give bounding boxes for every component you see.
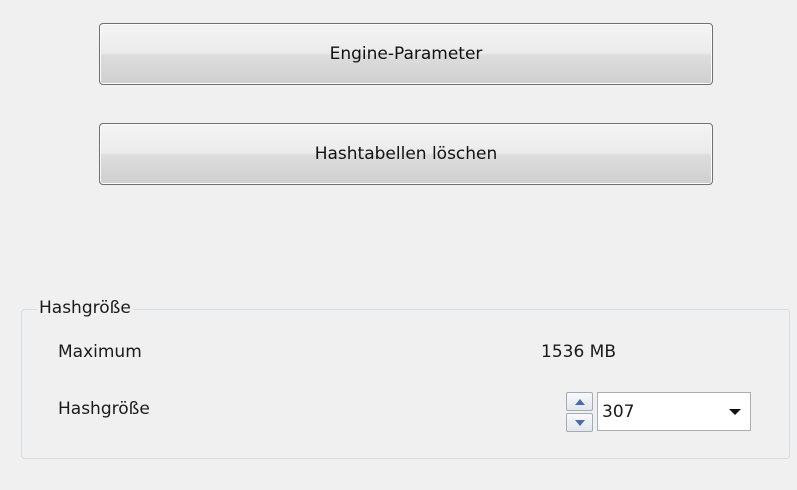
maximum-label: Maximum bbox=[58, 342, 142, 362]
hashsize-value: 307 bbox=[602, 401, 635, 422]
hashsize-spinner[interactable] bbox=[566, 392, 594, 432]
spin-up-button[interactable] bbox=[566, 392, 593, 411]
triangle-up-icon bbox=[574, 398, 585, 405]
hashsize-groupbox bbox=[21, 309, 790, 459]
hashsize-label: Hashgröße bbox=[58, 399, 150, 419]
maximum-value: 1536 MB bbox=[541, 342, 616, 362]
clear-hashtables-button[interactable]: Hashtabellen löschen bbox=[99, 123, 713, 185]
dropdown-button[interactable] bbox=[720, 393, 750, 430]
triangle-down-icon bbox=[574, 419, 585, 426]
hashsize-group-legend: Hashgröße bbox=[37, 297, 133, 319]
hashsize-combobox[interactable]: 307 bbox=[597, 392, 751, 431]
spin-down-button[interactable] bbox=[566, 413, 593, 432]
chevron-down-icon bbox=[729, 408, 741, 415]
engine-parameters-button[interactable]: Engine-Parameter bbox=[99, 23, 713, 85]
